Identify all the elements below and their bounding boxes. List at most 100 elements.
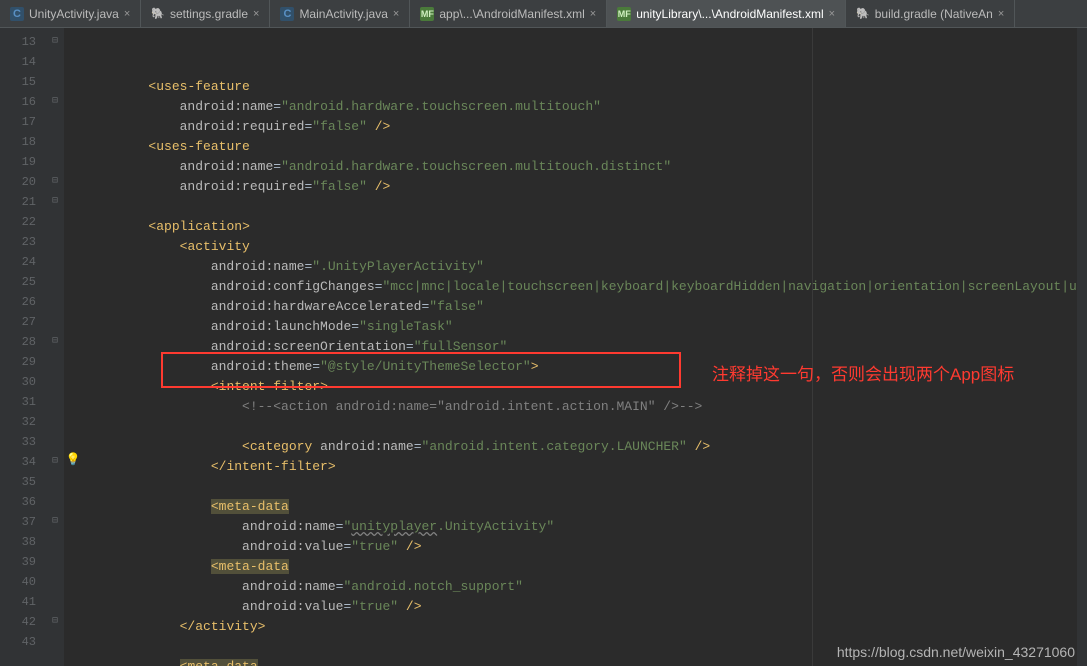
fold-toggle bbox=[46, 392, 64, 412]
fold-toggle[interactable]: ⊟ bbox=[46, 172, 64, 192]
close-icon[interactable]: × bbox=[124, 8, 130, 20]
code-line[interactable]: <category android:name="android.intent.c… bbox=[86, 437, 1077, 457]
fold-toggle[interactable]: ⊟ bbox=[46, 512, 64, 532]
code-line[interactable]: </intent-filter> bbox=[86, 457, 1077, 477]
intention-bulb bbox=[64, 532, 82, 552]
fold-toggle[interactable]: ⊟ bbox=[46, 332, 64, 352]
manifest-file-icon: MF bbox=[617, 7, 631, 21]
code-line[interactable]: <uses-feature bbox=[86, 137, 1077, 157]
line-number: 35 bbox=[0, 472, 40, 492]
tab-label: app\...\AndroidManifest.xml bbox=[439, 7, 584, 21]
fold-toggle bbox=[46, 252, 64, 272]
tab-label: settings.gradle bbox=[170, 7, 248, 21]
line-number: 36 bbox=[0, 492, 40, 512]
code-line[interactable]: <meta-data bbox=[86, 497, 1077, 517]
fold-toggle bbox=[46, 552, 64, 572]
code-line[interactable]: <meta-data bbox=[86, 657, 1077, 666]
editor-tab[interactable]: MFunityLibrary\...\AndroidManifest.xml× bbox=[607, 0, 846, 27]
line-number: 21 bbox=[0, 192, 40, 212]
line-number: 33 bbox=[0, 432, 40, 452]
code-area[interactable]: <uses-feature android:name="android.hard… bbox=[82, 28, 1077, 666]
code-line[interactable] bbox=[86, 197, 1077, 217]
code-line[interactable]: android:value="true" /> bbox=[86, 597, 1077, 617]
line-number-gutter: 1314151617181920212223242526272829303132… bbox=[0, 28, 46, 666]
java-file-icon: C bbox=[280, 7, 294, 21]
fold-toggle[interactable]: ⊟ bbox=[46, 92, 64, 112]
code-line[interactable]: android:required="false" /> bbox=[86, 117, 1077, 137]
close-icon[interactable]: × bbox=[998, 8, 1004, 20]
code-line[interactable]: android:name="android.notch_support" bbox=[86, 577, 1077, 597]
intention-bulb bbox=[64, 572, 82, 592]
close-icon[interactable]: × bbox=[590, 8, 596, 20]
code-line[interactable]: android:screenOrientation="fullSensor" bbox=[86, 337, 1077, 357]
editor-tab[interactable]: 🐘settings.gradle× bbox=[141, 0, 270, 27]
close-icon[interactable]: × bbox=[253, 8, 259, 20]
intention-bulb bbox=[64, 552, 82, 572]
line-number: 16 bbox=[0, 92, 40, 112]
fold-toggle bbox=[46, 592, 64, 612]
editor-tabs: CUnityActivity.java×🐘settings.gradle×CMa… bbox=[0, 0, 1087, 28]
line-number: 41 bbox=[0, 592, 40, 612]
line-number: 42 bbox=[0, 612, 40, 632]
code-editor: 1314151617181920212223242526272829303132… bbox=[0, 28, 1087, 666]
intention-bulb bbox=[64, 232, 82, 252]
line-number: 28 bbox=[0, 332, 40, 352]
line-number: 34 bbox=[0, 452, 40, 472]
code-line[interactable] bbox=[86, 637, 1077, 657]
manifest-file-icon: MF bbox=[420, 7, 434, 21]
code-line[interactable]: android:name="unityplayer.UnityActivity" bbox=[86, 517, 1077, 537]
line-number: 30 bbox=[0, 372, 40, 392]
code-line[interactable]: android:required="false" /> bbox=[86, 177, 1077, 197]
fold-toggle bbox=[46, 472, 64, 492]
error-stripe[interactable] bbox=[1077, 28, 1087, 666]
code-line[interactable]: android:hardwareAccelerated="false" bbox=[86, 297, 1077, 317]
code-line[interactable]: android:name=".UnityPlayerActivity" bbox=[86, 257, 1077, 277]
lightbulb-icon[interactable]: 💡 bbox=[66, 453, 81, 467]
line-number: 22 bbox=[0, 212, 40, 232]
code-line[interactable]: android:name="android.hardware.touchscre… bbox=[86, 157, 1077, 177]
code-line[interactable]: <intent-filter> bbox=[86, 377, 1077, 397]
fold-toggle bbox=[46, 72, 64, 92]
fold-toggle[interactable]: ⊟ bbox=[46, 612, 64, 632]
code-line[interactable] bbox=[86, 417, 1077, 437]
close-icon[interactable]: × bbox=[393, 8, 399, 20]
fold-toggle bbox=[46, 372, 64, 392]
intention-bulb bbox=[64, 352, 82, 372]
fold-toggle bbox=[46, 152, 64, 172]
code-line[interactable]: android:launchMode="singleTask" bbox=[86, 317, 1077, 337]
intention-bulb bbox=[64, 432, 82, 452]
code-line[interactable]: <activity bbox=[86, 237, 1077, 257]
fold-toggle bbox=[46, 52, 64, 72]
fold-toggle[interactable]: ⊟ bbox=[46, 32, 64, 52]
intention-bulb[interactable]: 💡 bbox=[64, 452, 82, 472]
code-line[interactable] bbox=[86, 477, 1077, 497]
fold-toggle bbox=[46, 312, 64, 332]
intention-bulb bbox=[64, 492, 82, 512]
tab-label: build.gradle (NativeAn bbox=[875, 7, 993, 21]
fold-toggle[interactable]: ⊟ bbox=[46, 192, 64, 212]
editor-tab[interactable]: CMainActivity.java× bbox=[270, 0, 410, 27]
code-line[interactable]: <uses-feature bbox=[86, 77, 1077, 97]
code-line[interactable]: <meta-data bbox=[86, 557, 1077, 577]
code-line[interactable]: android:name="android.hardware.touchscre… bbox=[86, 97, 1077, 117]
code-line[interactable]: android:value="true" /> bbox=[86, 537, 1077, 557]
wrap-guide bbox=[812, 28, 813, 666]
line-number: 27 bbox=[0, 312, 40, 332]
fold-toggle[interactable]: ⊟ bbox=[46, 452, 64, 472]
code-line[interactable]: android:theme="@style/UnityThemeSelector… bbox=[86, 357, 1077, 377]
line-number: 38 bbox=[0, 532, 40, 552]
fold-toggle bbox=[46, 492, 64, 512]
code-line[interactable]: </activity> bbox=[86, 617, 1077, 637]
close-icon[interactable]: × bbox=[829, 8, 835, 20]
intention-bulb bbox=[64, 612, 82, 632]
code-line[interactable]: android:configChanges="mcc|mnc|locale|to… bbox=[86, 277, 1077, 297]
tab-label: UnityActivity.java bbox=[29, 7, 119, 21]
editor-tab[interactable]: CUnityActivity.java× bbox=[0, 0, 141, 27]
editor-tab[interactable]: MF app\...\AndroidManifest.xml × bbox=[410, 0, 607, 27]
line-number: 43 bbox=[0, 632, 40, 652]
gradle-file-icon: 🐘 bbox=[856, 7, 870, 20]
fold-toggle bbox=[46, 232, 64, 252]
code-line[interactable]: <!--<action android:name="android.intent… bbox=[86, 397, 1077, 417]
editor-tab[interactable]: 🐘 build.gradle (NativeAn × bbox=[846, 0, 1015, 27]
code-line[interactable]: <application> bbox=[86, 217, 1077, 237]
